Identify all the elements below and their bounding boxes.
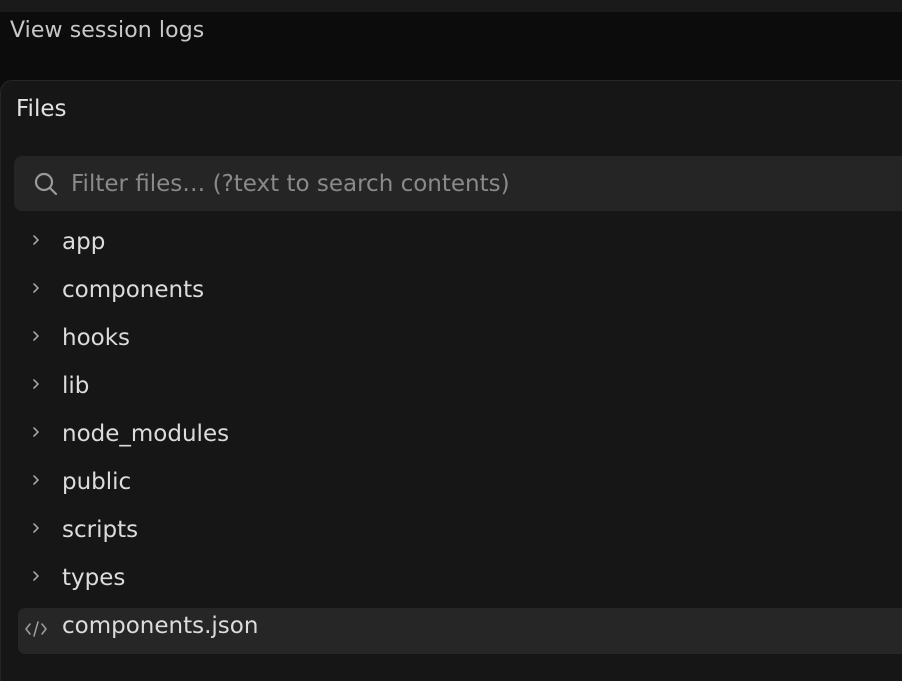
top-bar <box>0 0 902 12</box>
folder-item[interactable]: app <box>1 221 902 269</box>
file-filter-input[interactable] <box>71 156 902 211</box>
tree-item-label: public <box>62 469 132 495</box>
chevron-right-icon[interactable] <box>30 377 42 391</box>
file-filter-box[interactable] <box>14 156 902 211</box>
folder-item[interactable]: node_modules <box>1 413 902 461</box>
folder-item[interactable]: lib <box>1 365 902 413</box>
file-tree: app components hooks lib node_modulespublic s… <box>1 221 902 654</box>
tree-item-label: app <box>62 229 106 255</box>
file-item[interactable]: components.json <box>1 605 902 654</box>
tree-item-label: types <box>62 565 126 591</box>
chevron-right-icon[interactable] <box>30 473 42 487</box>
code-file-icon <box>25 621 47 637</box>
tree-item-label: hooks <box>62 325 131 351</box>
chevron-right-icon[interactable] <box>30 569 42 583</box>
view-session-logs-link[interactable]: View session logs <box>10 18 204 43</box>
chevron-right-icon[interactable] <box>30 281 42 295</box>
folder-item[interactable]: hooks <box>1 317 902 365</box>
chevron-right-icon[interactable] <box>30 233 42 247</box>
folder-item[interactable]: types <box>1 557 902 605</box>
folder-item[interactable]: scripts <box>1 509 902 557</box>
folder-item[interactable]: components <box>1 269 902 317</box>
chevron-right-icon[interactable] <box>30 329 42 343</box>
tree-item-label: components <box>62 277 205 303</box>
chevron-right-icon[interactable] <box>30 425 42 439</box>
tree-item-label: node_modules <box>62 421 230 447</box>
files-panel: Files app components hooks lib node_modulesp… <box>0 80 902 681</box>
folder-item[interactable]: public <box>1 461 902 509</box>
search-icon <box>34 172 58 196</box>
tree-item-label: lib <box>62 373 90 399</box>
panel-title: Files <box>16 96 67 122</box>
tree-item-label: scripts <box>62 517 139 543</box>
chevron-right-icon[interactable] <box>30 521 42 535</box>
tree-item-label: components.json <box>62 613 259 639</box>
